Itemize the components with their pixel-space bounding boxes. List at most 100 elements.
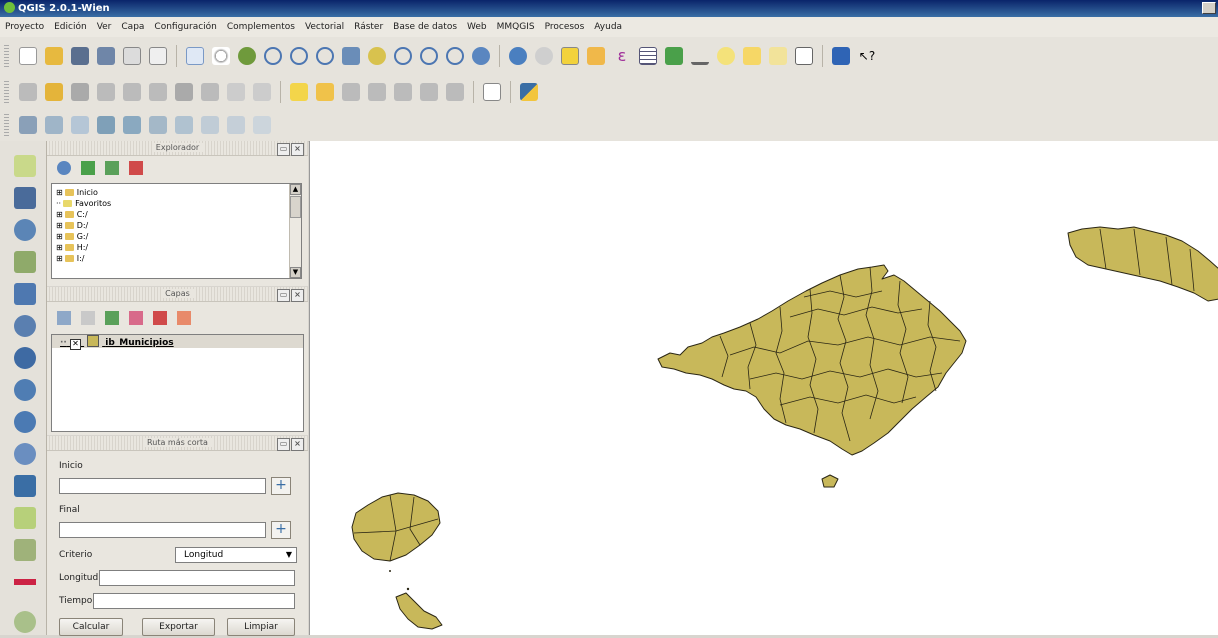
gps-tool-icon[interactable] [14, 611, 36, 633]
tree-item[interactable]: ⊞ Inicio [52, 187, 301, 198]
add-oracle-layer-icon[interactable] [14, 315, 36, 337]
menu-ver[interactable]: Ver [92, 22, 117, 32]
menu-vectorial[interactable]: Vectorial [300, 22, 349, 32]
add-wfs2-layer-icon[interactable] [14, 443, 36, 465]
float-panel-icon[interactable]: ▭ [277, 438, 290, 451]
new-project-icon[interactable] [19, 47, 37, 65]
zoom-to-selection-icon[interactable] [368, 47, 386, 65]
add-spatialite-layer-icon[interactable] [14, 251, 36, 273]
tree-item[interactable]: ⊞ G:/ [52, 231, 301, 242]
add-csv-layer-icon[interactable] [14, 539, 36, 561]
select-by-expression-icon[interactable]: ε [613, 47, 631, 65]
tree-item[interactable]: ⊞ C:/ [52, 209, 301, 220]
delete-selected-icon[interactable] [175, 83, 193, 101]
export-button[interactable]: Exportar [142, 618, 215, 636]
raster-tool-10-icon[interactable] [253, 116, 271, 134]
window-control-button[interactable] [1202, 2, 1216, 14]
layer-labeling-icon[interactable] [316, 83, 334, 101]
composer-manager-icon[interactable] [149, 47, 167, 65]
raster-tool-7-icon[interactable] [175, 116, 193, 134]
run-feature-action-icon[interactable] [535, 47, 553, 65]
close-panel-icon[interactable]: × [291, 438, 304, 451]
remove-layer-icon[interactable] [177, 311, 191, 325]
menu-configuracion[interactable]: Configuración [149, 22, 221, 32]
map-canvas[interactable] [309, 141, 1218, 635]
deselect-features-icon[interactable] [587, 47, 605, 65]
open-project-icon[interactable] [45, 47, 63, 65]
select-features-icon[interactable] [561, 47, 579, 65]
visibility-icon[interactable] [81, 311, 95, 325]
refresh-icon[interactable] [472, 47, 490, 65]
rotate-label-icon[interactable] [420, 83, 438, 101]
explorer-scrollbar[interactable]: ▲ ▼ [289, 184, 301, 278]
raster-tool-8-icon[interactable] [201, 116, 219, 134]
menu-complementos[interactable]: Complementos [222, 22, 300, 32]
raster-tool-1-icon[interactable] [19, 116, 37, 134]
copy-features-icon[interactable] [227, 83, 245, 101]
show-hide-labels-icon[interactable] [368, 83, 386, 101]
raster-tool-4-icon[interactable] [97, 116, 115, 134]
expand-all-icon[interactable] [129, 311, 143, 325]
save-as-icon[interactable] [97, 47, 115, 65]
move-label-icon[interactable] [394, 83, 412, 101]
raster-tool-6-icon[interactable] [149, 116, 167, 134]
new-vector-layer-icon[interactable] [14, 507, 36, 529]
menu-capa[interactable]: Capa [116, 22, 149, 32]
add-wfs-layer-icon[interactable] [14, 411, 36, 433]
close-panel-icon[interactable]: × [291, 143, 304, 156]
add-raster-layer-icon[interactable] [14, 187, 36, 209]
menu-mmqgis[interactable]: MMQGIS [492, 22, 540, 32]
tree-item[interactable]: ⊞ I:/ [52, 253, 301, 264]
add-group-icon[interactable] [57, 311, 71, 325]
end-field[interactable] [59, 522, 266, 538]
raster-tool-2-icon[interactable] [45, 116, 63, 134]
raster-tool-3-icon[interactable] [71, 116, 89, 134]
start-field[interactable] [59, 478, 266, 494]
python-console-icon[interactable] [520, 83, 538, 101]
tree-item[interactable]: ⊞ H:/ [52, 242, 301, 253]
current-edits-icon[interactable] [19, 83, 37, 101]
open-attribute-table-icon[interactable] [639, 47, 657, 65]
refresh-icon[interactable] [57, 161, 71, 175]
scroll-down-icon[interactable]: ▼ [290, 267, 301, 278]
whats-this-icon[interactable]: ↖? [858, 47, 876, 65]
collapse-all-icon[interactable] [153, 311, 167, 325]
raster-tool-9-icon[interactable] [227, 116, 245, 134]
map-tips-icon[interactable] [717, 47, 735, 65]
pan-to-selection-icon[interactable] [238, 47, 256, 65]
clear-button[interactable]: Limpiar [227, 618, 295, 636]
route-tool-icon[interactable] [14, 579, 36, 585]
criterion-select[interactable]: Longitud ▼ [175, 547, 297, 563]
float-panel-icon[interactable]: ▭ [277, 289, 290, 302]
zoom-last-icon[interactable] [420, 47, 438, 65]
layer-item[interactable]: ·· ✕ ib_Municipios [52, 335, 303, 350]
new-bookmark-icon[interactable] [743, 47, 761, 65]
pin-labels-icon[interactable] [342, 83, 360, 101]
add-delimited-text-icon[interactable] [14, 475, 36, 497]
layer-checkbox[interactable]: ✕ [69, 339, 81, 350]
tree-item[interactable]: ⊞ D:/ [52, 220, 301, 231]
zoom-next-icon[interactable] [446, 47, 464, 65]
toolbar-grip[interactable] [4, 81, 9, 103]
add-vector-layer-icon[interactable] [14, 155, 36, 177]
measure-line-icon[interactable] [691, 47, 709, 65]
hand-pan-icon[interactable] [212, 47, 230, 65]
label-toolbar-icon[interactable] [290, 83, 308, 101]
zoom-in-icon[interactable] [264, 47, 282, 65]
add-feature-icon[interactable] [97, 83, 115, 101]
paste-features-icon[interactable] [253, 83, 271, 101]
change-label-icon[interactable] [446, 83, 464, 101]
menu-edicion[interactable]: Edición [49, 22, 92, 32]
chevron-down-icon[interactable]: ▼ [286, 548, 292, 562]
menu-base-de-datos[interactable]: Base de datos [388, 22, 462, 32]
menu-procesos[interactable]: Procesos [540, 22, 590, 32]
show-bookmarks-icon[interactable] [769, 47, 787, 65]
field-calculator-icon[interactable] [665, 47, 683, 65]
scroll-up-icon[interactable]: ▲ [290, 184, 301, 195]
zoom-out-icon[interactable] [290, 47, 308, 65]
tree-item[interactable]: ·· Favoritos [52, 198, 301, 209]
menu-web[interactable]: Web [462, 22, 492, 32]
zoom-actual-size-icon[interactable] [316, 47, 334, 65]
help-contents-icon[interactable] [832, 47, 850, 65]
toggle-editing-icon[interactable] [45, 83, 63, 101]
